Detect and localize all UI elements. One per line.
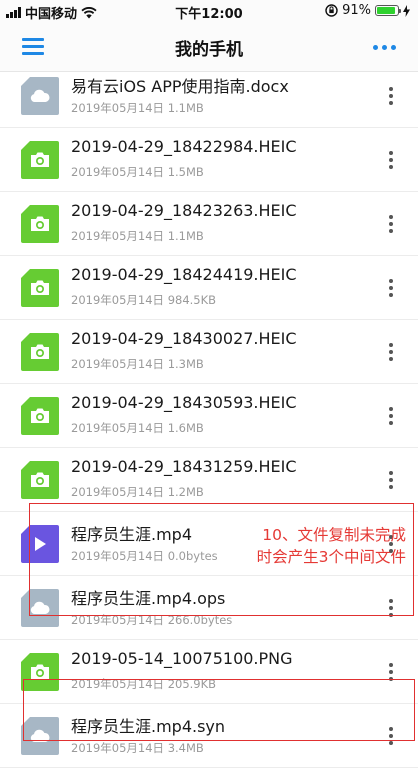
battery-icon bbox=[375, 5, 401, 16]
annotation-line-1: 10、文件复制未完成 bbox=[262, 526, 406, 544]
more-vertical-icon bbox=[389, 215, 393, 219]
file-meta: 2019年05月14日 0.0bytes bbox=[71, 549, 218, 563]
file-meta: 2019年05月14日 984.5KB bbox=[71, 293, 217, 307]
file-more-button[interactable] bbox=[388, 471, 394, 489]
image-file-icon bbox=[21, 269, 59, 307]
file-more-button[interactable] bbox=[388, 87, 394, 105]
file-name: 2019-04-29_18422984.HEIC bbox=[71, 137, 297, 156]
file-more-button[interactable] bbox=[388, 151, 394, 169]
file-row[interactable]: 2019-04-29_18423263.HEIC 2019年05月14日 1.1M… bbox=[0, 192, 418, 256]
file-meta: 2019年05月14日 1.1MB bbox=[71, 101, 204, 115]
page-title: 我的手机 bbox=[175, 40, 243, 60]
file-row[interactable]: 2019-04-29_18424419.HEIC 2019年05月14日 984.… bbox=[0, 256, 418, 320]
more-vertical-icon bbox=[389, 599, 393, 603]
cloud-file-icon bbox=[21, 589, 59, 627]
file-row[interactable]: 2019-05-14_10075100.PNG 2019年05月14日 205.9… bbox=[0, 640, 418, 704]
camera-icon bbox=[31, 216, 49, 231]
file-name: 程序员生涯.mp4.syn bbox=[71, 717, 226, 736]
file-row[interactable]: 程序员生涯.mp4.syn 2019年05月14日 3.4MB bbox=[0, 704, 418, 768]
more-vertical-icon bbox=[389, 87, 393, 91]
image-file-icon bbox=[21, 461, 59, 499]
file-name: 2019-05-14_10075100.PNG bbox=[71, 649, 293, 668]
camera-icon bbox=[31, 152, 49, 167]
file-row[interactable]: 2019-04-29_18430027.HEIC 2019年05月14日 1.3M… bbox=[0, 320, 418, 384]
file-name: 2019-04-29_18423263.HEIC bbox=[71, 201, 297, 220]
file-meta: 2019年05月14日 205.9KB bbox=[71, 677, 217, 691]
camera-icon bbox=[31, 408, 49, 423]
file-name: 2019-04-29_18430593.HEIC bbox=[71, 393, 297, 412]
more-vertical-icon bbox=[389, 151, 393, 155]
file-row[interactable]: 2019-04-29_18431259.HEIC 2019年05月14日 1.2M… bbox=[0, 448, 418, 512]
play-icon bbox=[35, 537, 46, 551]
file-name: 程序员生涯.mp4.ops bbox=[71, 589, 226, 608]
camera-icon bbox=[31, 472, 49, 487]
file-meta: 2019年05月14日 3.4MB bbox=[71, 741, 204, 755]
file-more-button[interactable] bbox=[388, 343, 394, 361]
cloud-icon bbox=[30, 729, 50, 742]
more-vertical-icon bbox=[389, 471, 393, 475]
file-more-button[interactable] bbox=[388, 407, 394, 425]
file-row[interactable]: 2019-04-29_18422984.HEIC 2019年05月14日 1.5M… bbox=[0, 128, 418, 192]
file-name: 2019-04-29_18424419.HEIC bbox=[71, 265, 297, 284]
battery-percent: 91% bbox=[342, 3, 371, 18]
video-file-icon bbox=[21, 525, 59, 563]
file-more-button[interactable] bbox=[388, 215, 394, 233]
file-meta: 2019年05月14日 1.1MB bbox=[71, 229, 204, 243]
file-more-button[interactable] bbox=[388, 727, 394, 745]
file-row[interactable]: 易有云iOS APP使用指南.docx 2019年05月14日 1.1MB bbox=[0, 64, 418, 128]
more-vertical-icon bbox=[389, 407, 393, 411]
file-name: 易有云iOS APP使用指南.docx bbox=[71, 77, 289, 96]
cloud-icon bbox=[30, 601, 50, 614]
more-horizontal-icon bbox=[373, 45, 378, 50]
file-meta: 2019年05月14日 1.6MB bbox=[71, 421, 204, 435]
file-name: 2019-04-29_18430027.HEIC bbox=[71, 329, 297, 348]
charging-bolt-icon bbox=[403, 4, 410, 17]
status-right: 91% bbox=[325, 3, 410, 18]
more-vertical-icon bbox=[389, 663, 393, 667]
file-more-button[interactable] bbox=[388, 599, 394, 617]
file-meta: 2019年05月14日 1.2MB bbox=[71, 485, 204, 499]
cloud-file-icon bbox=[21, 77, 59, 115]
file-more-button[interactable] bbox=[388, 279, 394, 297]
more-vertical-icon bbox=[389, 279, 393, 283]
annotation-line-2: 时会产生3个中间文件 bbox=[256, 548, 406, 566]
cloud-file-icon bbox=[21, 717, 59, 755]
file-name: 2019-04-29_18431259.HEIC bbox=[71, 457, 297, 476]
camera-icon bbox=[31, 344, 49, 359]
file-meta: 2019年05月14日 266.0bytes bbox=[71, 613, 233, 627]
annotation-note: 10、文件复制未完成 时会产生3个中间文件 bbox=[257, 524, 406, 568]
image-file-icon bbox=[21, 333, 59, 371]
file-name: 程序员生涯.mp4 bbox=[71, 525, 193, 544]
image-file-icon bbox=[21, 653, 59, 691]
file-more-button[interactable] bbox=[388, 663, 394, 681]
cloud-icon bbox=[30, 89, 50, 102]
image-file-icon bbox=[21, 205, 59, 243]
image-file-icon bbox=[21, 397, 59, 435]
orientation-lock-icon bbox=[325, 4, 338, 17]
camera-icon bbox=[31, 664, 49, 679]
more-vertical-icon bbox=[389, 343, 393, 347]
more-options-button[interactable] bbox=[373, 45, 396, 50]
more-vertical-icon bbox=[389, 727, 393, 731]
file-meta: 2019年05月14日 1.5MB bbox=[71, 165, 204, 179]
file-meta: 2019年05月14日 1.3MB bbox=[71, 357, 204, 371]
image-file-icon bbox=[21, 141, 59, 179]
file-row[interactable]: 程序员生涯.mp4.ops 2019年05月14日 266.0bytes bbox=[0, 576, 418, 640]
camera-icon bbox=[31, 280, 49, 295]
status-bar: 中国移动 下午12:00 91% bbox=[0, 0, 418, 22]
file-row[interactable]: 2019-04-29_18430593.HEIC 2019年05月14日 1.6M… bbox=[0, 384, 418, 448]
